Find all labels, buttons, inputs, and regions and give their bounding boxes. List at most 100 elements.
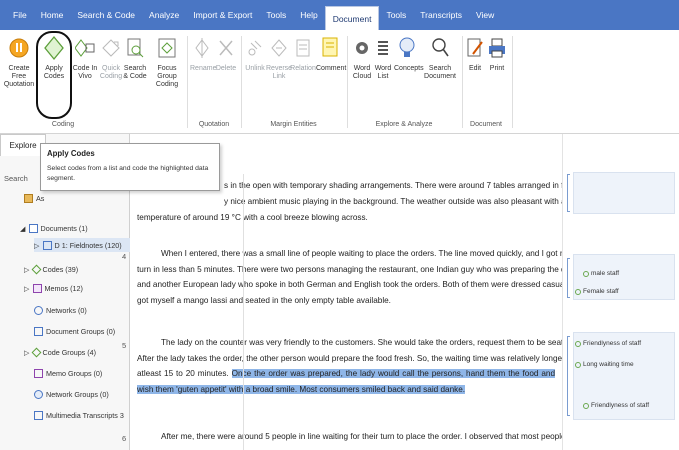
code-in-vivo-button[interactable]: Code In Vivo <box>72 34 98 81</box>
code-tag[interactable]: male staff <box>583 270 619 277</box>
tree-item-code-groups[interactable]: ▷ Code Groups (4) <box>24 345 96 359</box>
rename-button[interactable]: Rename <box>190 34 216 73</box>
margin-block-top <box>573 172 675 214</box>
create-free-quotation-button[interactable]: Create Free Quotation <box>2 34 36 89</box>
memo-group-icon <box>34 368 43 378</box>
paragraph-number: 6 <box>122 434 127 443</box>
comment-icon <box>319 34 341 62</box>
menu-tools[interactable]: Tools <box>259 4 293 26</box>
menu-import-export[interactable]: Import & Export <box>186 4 259 26</box>
code-tag-label: Friendlyness of staff <box>583 340 642 347</box>
paragraph-line: atleast 15 to 20 minutes. <box>137 369 232 378</box>
tooltip-description-line2: segment. <box>47 175 75 182</box>
quotation-bracket[interactable] <box>567 258 570 298</box>
paragraph-4[interactable]: When I entered, there was a small line o… <box>137 246 585 308</box>
paragraph-line: After me, there were around 5 people in … <box>161 432 575 441</box>
tree-item-documents[interactable]: ◢ Documents (1) <box>20 221 88 235</box>
search-document-label: Search Document <box>424 65 456 80</box>
ribbon-separator <box>462 36 463 128</box>
code-icon <box>583 270 589 277</box>
tooltip-title: Apply Codes <box>47 149 95 158</box>
tree-item-network-groups[interactable]: Network Groups (0) <box>34 387 109 401</box>
search-code-button[interactable]: Search & Code <box>122 34 148 81</box>
menu-bar: File Home Search & Code Analyze Import &… <box>0 0 679 30</box>
rename-icon <box>191 34 213 62</box>
document-group-icon <box>34 326 43 336</box>
unlink-button[interactable]: Unlink <box>243 34 267 73</box>
concepts-button[interactable]: Concepts <box>394 34 424 73</box>
search-document-button[interactable]: Search Document <box>422 34 458 81</box>
reverse-link-button[interactable]: Reverse Link <box>266 34 292 81</box>
tree-item-codes[interactable]: ▷ Codes (39) <box>24 262 78 276</box>
delete-label: Delete <box>215 65 237 72</box>
quotation-bracket[interactable] <box>567 174 570 212</box>
tree-item-memo-groups[interactable]: Memo Groups (0) <box>34 366 102 380</box>
comment-button[interactable]: Comment <box>316 34 346 73</box>
menu-search-code[interactable]: Search & Code <box>70 4 142 26</box>
menu-document[interactable]: Document <box>324 6 380 30</box>
delete-button[interactable]: Delete <box>214 34 238 73</box>
group-label-document: Document <box>470 121 502 128</box>
tree-item-label: Networks (0) <box>46 305 87 315</box>
code-icon <box>575 340 581 347</box>
expand-arrow-icon: ◢ <box>20 223 26 233</box>
group-label-explore-analyze: Explore & Analyze <box>375 121 433 128</box>
code-tag[interactable]: Long waiting time <box>575 361 634 368</box>
tree-item-multimedia-transcripts[interactable]: Multimedia Transcripts 3 <box>34 408 124 422</box>
menu-home[interactable]: Home <box>34 4 71 26</box>
menu-tools-contextual[interactable]: Tools <box>379 4 413 26</box>
paragraph-line: After the lady takes the order, the othe… <box>137 353 567 363</box>
paragraph-3[interactable]: s in the open with temporary shading arr… <box>224 178 577 209</box>
menu-help[interactable]: Help <box>293 4 324 26</box>
group-label-quotation: Quotation <box>198 121 230 128</box>
paragraph-5[interactable]: The lady on the counter was very friendl… <box>137 335 575 412</box>
quick-coding-label: Quick Coding <box>99 65 123 80</box>
menu-file[interactable]: File <box>6 4 34 26</box>
relation-icon <box>292 34 314 62</box>
code-icon <box>575 288 581 295</box>
project-icon <box>24 193 33 203</box>
apply-codes-tooltip: Apply Codes Select codes from a list and… <box>40 143 220 191</box>
code-tag[interactable]: Friendlyness of staff <box>583 402 649 409</box>
relation-button[interactable]: Relation <box>290 34 316 73</box>
menu-transcripts[interactable]: Transcripts <box>413 4 469 26</box>
print-button[interactable]: Print <box>486 34 508 73</box>
tree-item-memos[interactable]: ▷ Memos (12) <box>24 281 83 295</box>
concepts-label: Concepts <box>394 65 424 72</box>
explore-search-input[interactable]: Search <box>4 174 28 183</box>
tree-item-document-fieldnotes[interactable]: ▷ D 1: Fieldnotes (120) <box>34 238 130 252</box>
quick-coding-button[interactable]: Quick Coding <box>98 34 124 81</box>
code-tag[interactable]: Female staff <box>575 288 619 295</box>
tooltip-description-line1: Select codes from a list and code the hi… <box>47 165 209 172</box>
code-in-vivo-icon <box>74 34 96 62</box>
word-cloud-button[interactable]: Word Cloud <box>350 34 374 81</box>
ribbon-separator <box>512 36 513 128</box>
paragraph-6[interactable]: After me, there were around 5 people in … <box>137 429 575 445</box>
edit-label: Edit <box>468 65 482 72</box>
menu-view[interactable]: View <box>469 4 501 26</box>
expand-arrow-icon: ▷ <box>24 347 30 357</box>
tree-item-document-groups[interactable]: Document Groups (0) <box>34 324 115 338</box>
tree-item-networks[interactable]: Networks (0) <box>34 303 87 317</box>
focus-group-coding-button[interactable]: Focus Group Coding <box>150 34 184 89</box>
word-list-button[interactable]: Word List <box>372 34 394 81</box>
delete-icon <box>215 34 237 62</box>
word-list-icon <box>372 34 394 62</box>
tree-item-label: Memos (12) <box>44 283 83 293</box>
tree-item-label: D 1: Fieldnotes (120) <box>54 240 122 250</box>
ribbon-separator <box>347 36 348 128</box>
paragraph-3-end[interactable]: temperature of around 19 °C with a cool … <box>137 210 555 226</box>
code-tag[interactable]: Friendlyness of staff <box>575 340 641 347</box>
memo-icon <box>32 283 42 293</box>
focus-group-icon <box>156 34 178 62</box>
tree-item-label: As <box>36 193 45 203</box>
edit-button[interactable]: Edit <box>464 34 486 73</box>
documents-icon <box>28 223 38 233</box>
transcript-icon <box>34 410 43 420</box>
quotation-bracket[interactable] <box>567 336 570 416</box>
tree-item-project[interactable]: As <box>24 191 44 205</box>
code-tag-label: Female staff <box>583 288 619 295</box>
reverse-link-label: Reverse Link <box>266 65 293 80</box>
menu-analyze[interactable]: Analyze <box>142 4 186 26</box>
paragraph-number: 4 <box>122 252 127 261</box>
